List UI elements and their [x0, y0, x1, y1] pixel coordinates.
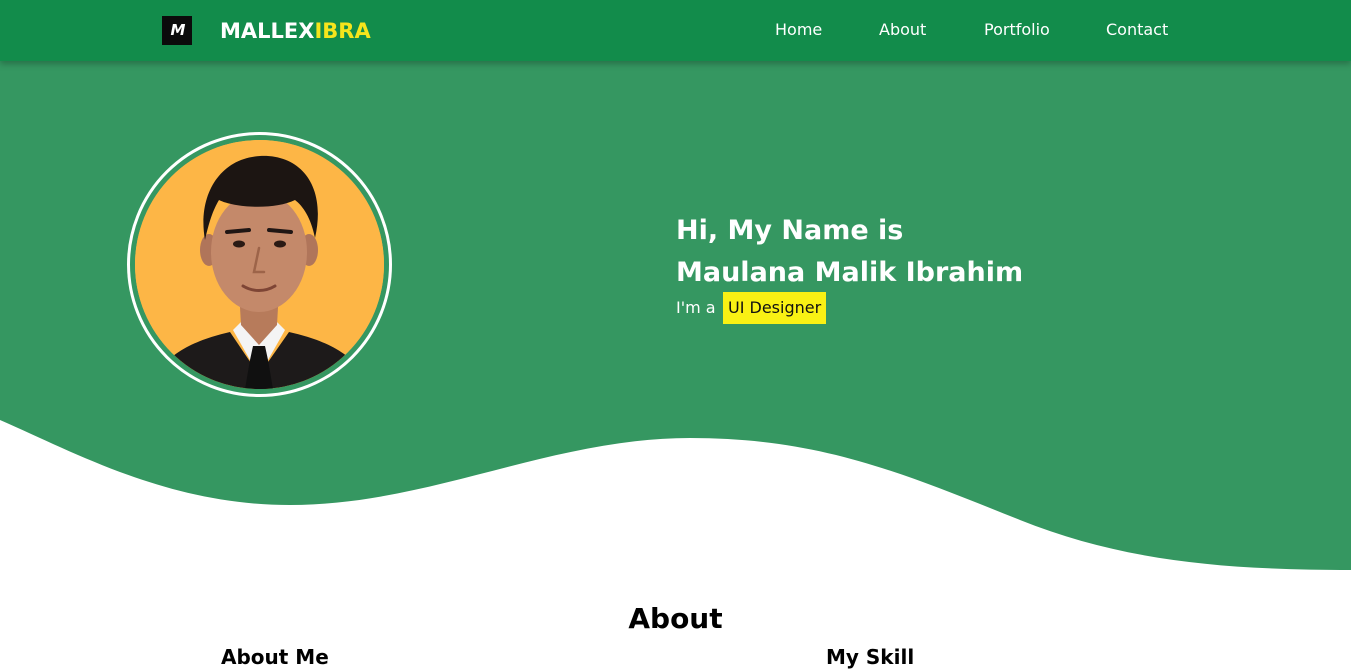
person-illustration [135, 140, 384, 389]
navbar: M MALLEXIBRA Home About Portfolio Contac… [0, 0, 1351, 61]
logo-icon[interactable]: M [162, 16, 192, 45]
role-badge: UI Designer [723, 292, 827, 324]
brand-name-second: IBRA [314, 19, 371, 43]
logo-mark: M [170, 21, 186, 39]
brand-name-first: MALLEX [220, 19, 315, 43]
profile-photo [135, 140, 384, 389]
nav-link-about[interactable]: About [879, 19, 926, 41]
hero-name: Maulana Malik Ibrahim [676, 257, 1024, 288]
about-me-heading: About Me [221, 645, 329, 669]
nav-link-home[interactable]: Home [775, 19, 822, 41]
role-prefix: I'm a [676, 298, 716, 317]
my-skill-heading: My Skill [826, 645, 915, 669]
hero-greeting: Hi, My Name is [676, 215, 904, 246]
profile-avatar [127, 132, 392, 397]
about-section-title: About [628, 602, 723, 635]
nav-link-portfolio[interactable]: Portfolio [984, 19, 1050, 41]
brand-name[interactable]: MALLEXIBRA [220, 17, 371, 45]
nav-link-contact[interactable]: Contact [1106, 19, 1168, 41]
